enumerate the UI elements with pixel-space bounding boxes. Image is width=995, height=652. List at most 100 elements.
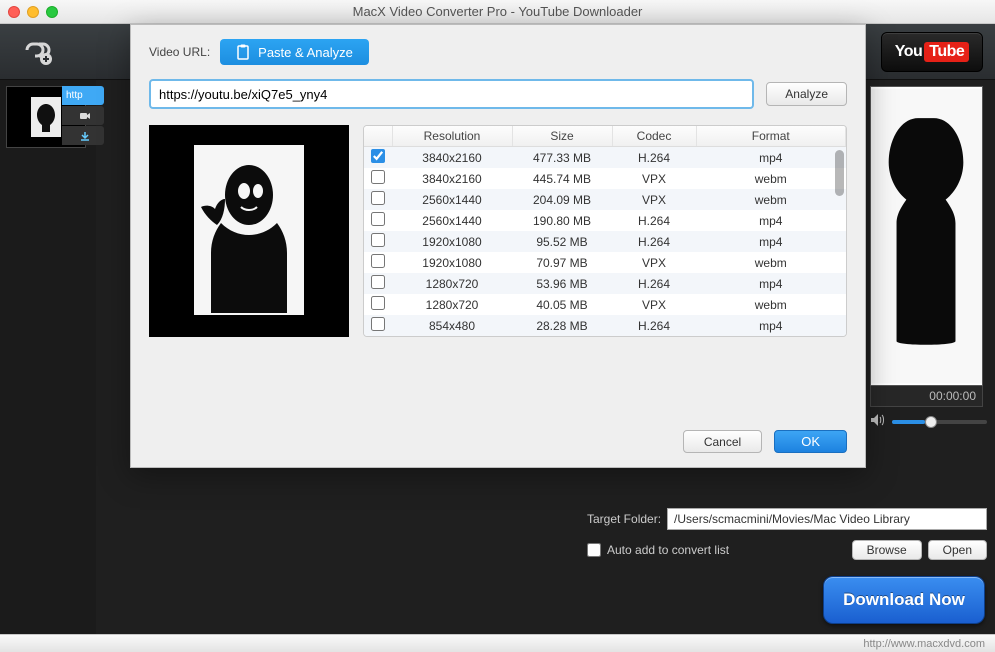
preview-timecode: 00:00:00 — [870, 386, 983, 407]
speaker-icon[interactable] — [870, 413, 886, 430]
dialog-content: Resolution Size Codec Format 3840x216047… — [149, 125, 847, 337]
titlebar: MacX Video Converter Pro - YouTube Downl… — [0, 0, 995, 24]
paste-analyze-label: Paste & Analyze — [258, 45, 353, 60]
cell-resolution: 1920x1080 — [392, 252, 512, 273]
cell-size: 70.97 MB — [512, 252, 612, 273]
cell-format: webm — [696, 168, 846, 189]
cell-size: 53.96 MB — [512, 273, 612, 294]
open-button[interactable]: Open — [928, 540, 987, 560]
cell-codec: VPX — [612, 336, 696, 337]
status-bar: http://www.macxdvd.com — [0, 634, 995, 652]
cell-resolution: 1920x1080 — [392, 231, 512, 252]
table-row[interactable]: 3840x2160477.33 MBH.264mp4 — [364, 147, 846, 169]
cell-codec: H.264 — [612, 231, 696, 252]
target-folder-input[interactable] — [667, 508, 987, 530]
cell-size: 190.80 MB — [512, 210, 612, 231]
table-row[interactable]: 1280x72040.05 MBVPXwebm — [364, 294, 846, 315]
row-checkbox[interactable] — [371, 170, 385, 184]
cell-format: webm — [696, 336, 846, 337]
row-checkbox[interactable] — [371, 317, 385, 331]
download-now-button[interactable]: Download Now — [823, 576, 985, 624]
cell-format: webm — [696, 189, 846, 210]
queue-tag-url[interactable]: http — [62, 86, 104, 105]
row-checkbox[interactable] — [371, 275, 385, 289]
cell-resolution: 1280x720 — [392, 273, 512, 294]
cell-format: webm — [696, 252, 846, 273]
browse-button[interactable]: Browse — [852, 540, 922, 560]
cell-size: 204.09 MB — [512, 189, 612, 210]
cell-codec: H.264 — [612, 210, 696, 231]
queue-tag-record[interactable] — [62, 106, 104, 125]
camera-icon — [79, 111, 91, 121]
analyze-dialog: Video URL: Paste & Analyze Analyze — [130, 24, 866, 468]
cell-format: mp4 — [696, 273, 846, 294]
volume-thumb[interactable] — [925, 416, 937, 428]
cell-codec: H.264 — [612, 147, 696, 169]
download-icon — [79, 131, 91, 141]
video-url-input[interactable] — [149, 79, 754, 109]
table-row[interactable]: 1920x108095.52 MBH.264mp4 — [364, 231, 846, 252]
volume-slider[interactable] — [892, 420, 987, 424]
cell-codec: H.264 — [612, 315, 696, 336]
auto-add-checkbox[interactable] — [587, 543, 601, 557]
bottom-controls: Target Folder: Auto add to convert list … — [587, 504, 987, 634]
table-header-row: Resolution Size Codec Format — [364, 126, 846, 147]
queue-sidebar: http — [0, 80, 96, 634]
queue-tag-download[interactable] — [62, 126, 104, 145]
table-row[interactable]: 3840x2160445.74 MBVPXwebm — [364, 168, 846, 189]
formats-table-wrapper: Resolution Size Codec Format 3840x216047… — [363, 125, 847, 337]
table-row[interactable]: 854x48020.14 MBVPXwebm — [364, 336, 846, 337]
cancel-button[interactable]: Cancel — [683, 430, 762, 453]
target-folder-row: Target Folder: — [587, 504, 987, 534]
cell-size: 445.74 MB — [512, 168, 612, 189]
cell-codec: H.264 — [612, 273, 696, 294]
row-checkbox[interactable] — [371, 233, 385, 247]
row-checkbox[interactable] — [371, 149, 385, 163]
cell-size: 40.05 MB — [512, 294, 612, 315]
auto-add-text: Auto add to convert list — [607, 543, 729, 557]
col-codec[interactable]: Codec — [612, 126, 696, 147]
auto-add-checkbox-label[interactable]: Auto add to convert list — [587, 543, 729, 557]
video-thumbnail — [149, 125, 349, 337]
cell-resolution: 854x480 — [392, 315, 512, 336]
table-scrollbar[interactable] — [835, 150, 844, 334]
cell-size: 20.14 MB — [512, 336, 612, 337]
clipboard-icon — [236, 44, 250, 60]
status-url: http://www.macxdvd.com — [863, 638, 985, 650]
analyze-button[interactable]: Analyze — [766, 82, 847, 106]
table-row[interactable]: 1920x108070.97 MBVPXwebm — [364, 252, 846, 273]
cell-resolution: 3840x2160 — [392, 147, 512, 169]
scrollbar-thumb[interactable] — [835, 150, 844, 196]
add-link-button[interactable] — [12, 32, 62, 72]
cell-format: mp4 — [696, 210, 846, 231]
cell-resolution: 2560x1440 — [392, 189, 512, 210]
row-checkbox[interactable] — [371, 191, 385, 205]
url-label-row: Video URL: Paste & Analyze — [149, 39, 847, 65]
dialog-footer: Cancel OK — [683, 430, 847, 453]
table-row[interactable]: 854x48028.28 MBH.264mp4 — [364, 315, 846, 336]
table-row[interactable]: 2560x1440204.09 MBVPXwebm — [364, 189, 846, 210]
col-size[interactable]: Size — [512, 126, 612, 147]
youtube-text-tube: Tube — [924, 42, 969, 62]
cell-resolution: 2560x1440 — [392, 210, 512, 231]
cell-resolution: 3840x2160 — [392, 168, 512, 189]
ok-button[interactable]: OK — [774, 430, 847, 453]
cell-size: 28.28 MB — [512, 315, 612, 336]
table-row[interactable]: 2560x1440190.80 MBH.264mp4 — [364, 210, 846, 231]
formats-table: Resolution Size Codec Format 3840x216047… — [364, 126, 846, 337]
table-row[interactable]: 1280x72053.96 MBH.264mp4 — [364, 273, 846, 294]
row-checkbox[interactable] — [371, 254, 385, 268]
cell-size: 95.52 MB — [512, 231, 612, 252]
paste-analyze-button[interactable]: Paste & Analyze — [220, 39, 369, 65]
queue-item[interactable]: http — [6, 86, 88, 148]
col-resolution[interactable]: Resolution — [392, 126, 512, 147]
row-checkbox[interactable] — [371, 296, 385, 310]
cell-codec: VPX — [612, 252, 696, 273]
target-options-row: Auto add to convert list Browse Open — [587, 534, 987, 572]
link-plus-icon — [20, 37, 54, 67]
youtube-text-you: You — [895, 43, 923, 61]
cell-resolution: 854x480 — [392, 336, 512, 337]
cell-size: 477.33 MB — [512, 147, 612, 169]
row-checkbox[interactable] — [371, 212, 385, 226]
col-format[interactable]: Format — [696, 126, 846, 147]
